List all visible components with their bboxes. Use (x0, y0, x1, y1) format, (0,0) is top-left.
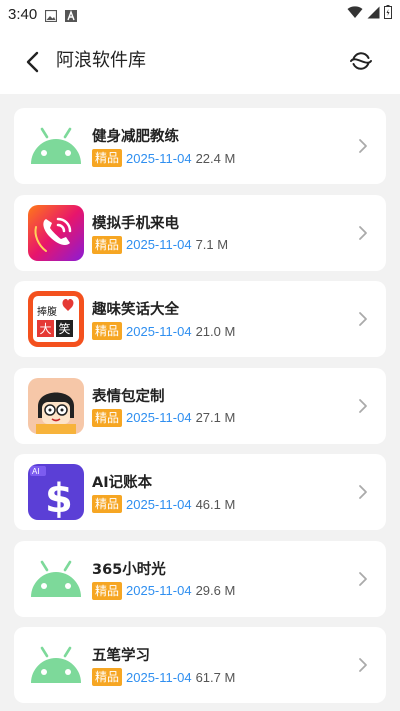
app-size: 27.1 M (195, 410, 236, 425)
dollar-icon: AI $ (28, 464, 84, 520)
app-date: 2025-11-04 (126, 323, 192, 339)
image-icon (45, 8, 58, 23)
app-name: AI记账本 (92, 475, 153, 491)
back-arrow-icon (26, 51, 39, 73)
app-date: 2025-11-04 (126, 237, 192, 252)
page-title: 阿浪软件库 (56, 50, 146, 71)
app-name: 健身减肥教练 (92, 129, 179, 145)
app-meta: 精品 2025-11-04 7.1 M (92, 235, 229, 254)
app-meta: 精品 2025-11-04 46.1 M (92, 495, 235, 513)
list-item[interactable]: AI $ AI记账本 精品 2025-11-04 46.1 M (14, 454, 386, 530)
app-meta: 精品 2025-11-04 21.0 M (92, 322, 235, 340)
dollar-icon-ai-text: AI (32, 467, 40, 476)
app-size: 61.7 M (195, 669, 236, 685)
quality-badge: 精品 (92, 408, 123, 427)
chevron-right-icon (359, 485, 367, 499)
quality-badge: 精品 (92, 581, 123, 600)
android-icon (28, 118, 84, 174)
joke-icon: 捧腹 大 笑 (28, 291, 84, 347)
app-meta: 精品 2025-11-04 29.6 M (92, 581, 236, 600)
list-item[interactable]: 表情包定制 精品 2025-11-04 27.1 M (14, 367, 386, 444)
quality-badge: 精品 (92, 495, 123, 513)
quality-badge: 精品 (92, 322, 123, 340)
app-name: 模拟手机来电 (92, 215, 179, 232)
app-name: 五笔学习 (92, 648, 150, 664)
cartoon-face-icon (28, 377, 84, 434)
app-date: 2025-11-04 (126, 150, 192, 166)
app-date: 2025-11-04 (126, 669, 192, 685)
app-name: 365小时光 (92, 561, 166, 578)
refresh-button[interactable] (348, 48, 374, 74)
chevron-right-icon (359, 312, 367, 326)
app-size: 21.0 M (195, 323, 236, 339)
quality-badge: 精品 (92, 149, 123, 167)
joke-icon-text-1: 捧腹 (37, 305, 57, 318)
app-date: 2025-11-04 (126, 410, 192, 425)
joke-icon-text-3: 笑 (59, 321, 71, 336)
battery-icon (384, 5, 392, 23)
app-name: 趣味笑话大全 (92, 302, 179, 318)
android-icon (28, 637, 84, 693)
chevron-right-icon (359, 398, 367, 413)
app-meta: 精品 2025-11-04 61.7 M (92, 668, 235, 686)
list-item[interactable]: 模拟手机来电 精品 2025-11-04 7.1 M (14, 194, 386, 271)
joke-icon-text-2: 大 (40, 322, 52, 336)
android-icon (28, 551, 84, 607)
refresh-icon (350, 52, 372, 70)
status-left: 3:40 (8, 5, 78, 23)
chevron-right-icon (359, 225, 367, 240)
list-item[interactable]: 捧腹 大 笑 趣味笑话大全 精品 2025-11-04 21.0 M (14, 281, 386, 357)
app-header: 阿浪软件库 (0, 28, 400, 94)
wifi-icon (347, 5, 363, 23)
back-button[interactable] (18, 48, 46, 76)
quality-badge: 精品 (92, 235, 123, 254)
chevron-right-icon (359, 571, 367, 586)
app-date: 2025-11-04 (126, 496, 192, 512)
list-item[interactable]: 365小时光 精品 2025-11-04 29.6 M (14, 540, 386, 617)
app-date: 2025-11-04 (126, 583, 192, 598)
chevron-right-icon (359, 139, 367, 153)
app-meta: 精品 2025-11-04 27.1 M (92, 408, 236, 427)
chevron-right-icon (359, 658, 367, 672)
app-size: 29.6 M (195, 583, 236, 598)
status-right (347, 5, 392, 23)
app-meta: 精品 2025-11-04 22.4 M (92, 149, 235, 167)
signal-icon (367, 5, 380, 23)
a-icon (65, 8, 78, 22)
list-item[interactable]: 健身减肥教练 精品 2025-11-04 22.4 M (14, 108, 386, 184)
list-item[interactable]: 五笔学习 精品 2025-11-04 61.7 M (14, 627, 386, 703)
quality-badge: 精品 (92, 668, 123, 686)
dollar-icon-symbol: $ (45, 476, 73, 520)
app-list: 健身减肥教练 精品 2025-11-04 22.4 M 模拟手机来电 精品 20… (0, 94, 400, 711)
phone-call-icon (28, 204, 84, 261)
status-time: 3:40 (8, 5, 38, 23)
app-size: 46.1 M (195, 496, 236, 512)
app-size: 22.4 M (195, 150, 236, 166)
app-name: 表情包定制 (92, 388, 165, 405)
app-size: 7.1 M (195, 237, 229, 252)
status-bar: 3:40 (0, 0, 400, 28)
